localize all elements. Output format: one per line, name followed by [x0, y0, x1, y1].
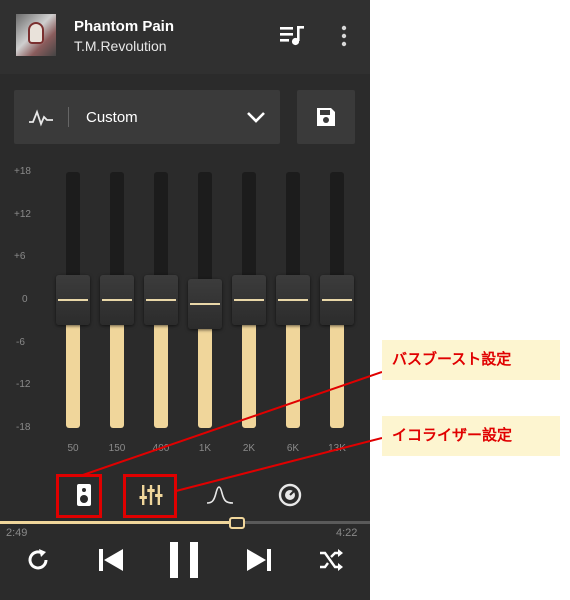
- equalizer-callout: イコライザー設定: [382, 416, 560, 456]
- bass-boost-callout: バスブースト設定: [382, 340, 560, 380]
- callout-lines: [79, 371, 383, 492]
